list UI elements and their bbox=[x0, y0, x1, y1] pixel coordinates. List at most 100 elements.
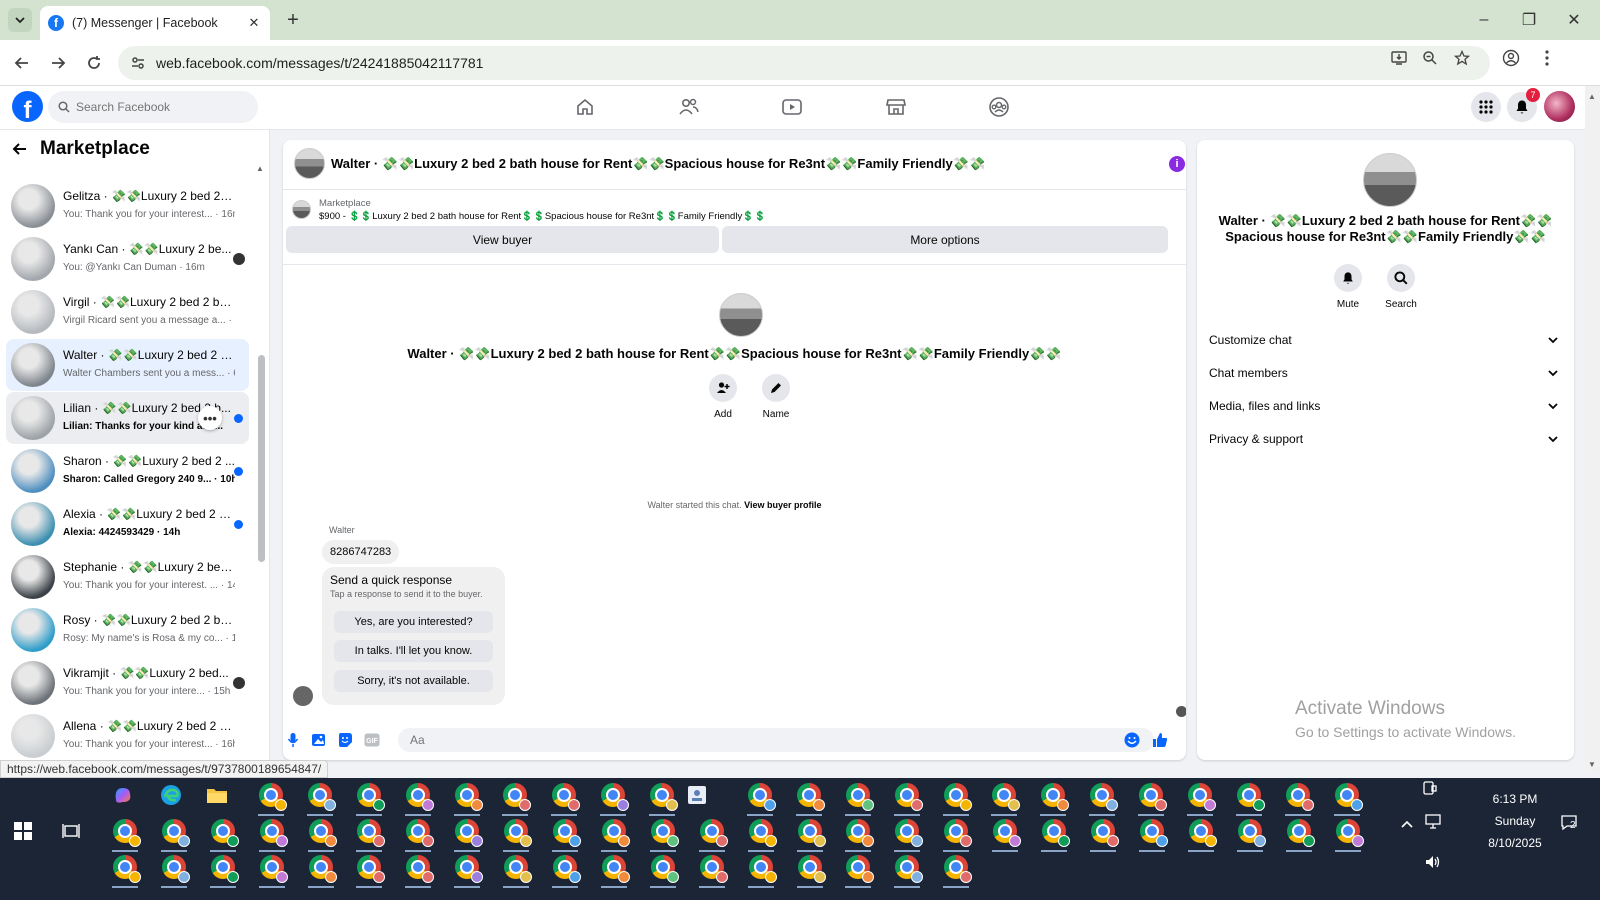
install-app-icon[interactable] bbox=[1390, 49, 1408, 67]
chrome-taskbar-icon[interactable] bbox=[354, 780, 385, 811]
edge-icon[interactable] bbox=[156, 780, 186, 810]
close-window-button[interactable]: ✕ bbox=[1560, 8, 1588, 32]
conversation-item[interactable]: Walter · 💸💸Luxury 2 bed 2 ba... Walter Ch… bbox=[6, 339, 249, 391]
marketplace-nav[interactable] bbox=[876, 92, 916, 122]
chrome-taskbar-icon[interactable] bbox=[1186, 816, 1217, 847]
chrome-taskbar-icon[interactable] bbox=[403, 852, 434, 883]
chrome-taskbar-icon[interactable] bbox=[452, 852, 483, 883]
gif-icon[interactable]: GIF bbox=[363, 731, 381, 749]
chrome-taskbar-icon[interactable] bbox=[794, 780, 825, 811]
conversation-item[interactable]: Gelitza · 💸💸Luxury 2 bed 2 b... You: Than… bbox=[6, 180, 249, 232]
more-options-icon[interactable]: ••• bbox=[198, 406, 222, 430]
chrome-taskbar-icon[interactable] bbox=[208, 816, 239, 847]
chrome-taskbar-icon[interactable] bbox=[1235, 816, 1266, 847]
back-arrow-icon[interactable] bbox=[12, 141, 28, 157]
back-button[interactable] bbox=[10, 51, 34, 75]
address-bar[interactable]: web.facebook.com/messages/t/242418850421… bbox=[118, 46, 1490, 80]
conversation-item[interactable]: Rosy · 💸💸Luxury 2 bed 2 bat... Rosy: My n… bbox=[6, 604, 249, 656]
microphone-icon[interactable] bbox=[284, 731, 302, 749]
media-files-section[interactable]: Media, files and links bbox=[1209, 391, 1562, 421]
add-action[interactable]: Add bbox=[703, 374, 743, 420]
site-settings-icon[interactable] bbox=[130, 55, 146, 71]
chrome-taskbar-icon[interactable] bbox=[599, 816, 630, 847]
chrome-taskbar-icon[interactable] bbox=[452, 780, 483, 811]
chrome-taskbar-icon[interactable] bbox=[648, 852, 679, 883]
chrome-taskbar-icon[interactable] bbox=[795, 816, 826, 847]
screen-capture-icon[interactable] bbox=[1422, 780, 1438, 799]
chrome-taskbar-icon[interactable] bbox=[257, 852, 288, 883]
chrome-taskbar-icon[interactable] bbox=[647, 780, 678, 811]
app-icon[interactable] bbox=[682, 780, 712, 810]
chrome-taskbar-icon[interactable] bbox=[795, 852, 826, 883]
scroll-down-arrow-icon[interactable]: ▼ bbox=[1588, 760, 1596, 769]
chrome-taskbar-icon[interactable] bbox=[550, 816, 581, 847]
chrome-taskbar-icon[interactable] bbox=[599, 852, 630, 883]
conversation-item[interactable]: Stephanie · 💸💸Luxury 2 bed ... You: Thank… bbox=[6, 551, 249, 603]
chrome-taskbar-icon[interactable] bbox=[1087, 780, 1118, 811]
chrome-taskbar-icon[interactable] bbox=[110, 852, 141, 883]
chrome-taskbar-icon[interactable] bbox=[746, 852, 777, 883]
chrome-taskbar-icon[interactable] bbox=[1283, 780, 1314, 811]
chrome-taskbar-icon[interactable] bbox=[1284, 816, 1315, 847]
chat-title[interactable]: Walter · 💸💸Luxury 2 bed 2 bath house for… bbox=[331, 156, 985, 172]
chat-members-section[interactable]: Chat members bbox=[1209, 358, 1562, 388]
home-nav[interactable] bbox=[565, 92, 605, 122]
listing-thumbnail[interactable] bbox=[292, 200, 311, 219]
chrome-taskbar-icon[interactable] bbox=[306, 852, 337, 883]
chrome-taskbar-icon[interactable] bbox=[990, 816, 1021, 847]
name-action[interactable]: Name bbox=[756, 374, 796, 420]
search-input[interactable] bbox=[76, 100, 246, 114]
facebook-search[interactable] bbox=[48, 91, 258, 123]
chrome-taskbar-icon[interactable] bbox=[941, 816, 972, 847]
chrome-taskbar-icon[interactable] bbox=[500, 780, 531, 811]
kebab-menu-icon[interactable] bbox=[1538, 49, 1556, 67]
more-options-button[interactable]: More options bbox=[722, 226, 1168, 253]
chrome-taskbar-icon[interactable] bbox=[403, 780, 434, 811]
chrome-taskbar-icon[interactable] bbox=[501, 816, 532, 847]
chrome-taskbar-icon[interactable] bbox=[892, 816, 923, 847]
network-icon[interactable] bbox=[1424, 814, 1442, 833]
thumbs-up-icon[interactable] bbox=[1151, 731, 1169, 749]
facebook-logo[interactable]: f bbox=[12, 91, 43, 122]
chrome-taskbar-icon[interactable] bbox=[110, 816, 141, 847]
notification-center-button[interactable]: 2 bbox=[1560, 814, 1580, 835]
copilot-icon[interactable] bbox=[108, 780, 138, 810]
chrome-taskbar-icon[interactable] bbox=[550, 852, 581, 883]
conversation-item[interactable]: Yankı Can · 💸💸Luxury 2 be... You: @Yankı … bbox=[6, 233, 249, 285]
reload-button[interactable] bbox=[82, 51, 106, 75]
chrome-taskbar-icon[interactable] bbox=[648, 816, 679, 847]
chrome-taskbar-icon[interactable] bbox=[843, 852, 874, 883]
chrome-taskbar-icon[interactable] bbox=[941, 852, 972, 883]
close-tab-icon[interactable]: ✕ bbox=[246, 15, 262, 31]
view-buyer-profile-link[interactable]: View buyer profile bbox=[744, 500, 821, 510]
customize-chat-section[interactable]: Customize chat bbox=[1209, 325, 1562, 355]
browser-tab[interactable]: f (7) Messenger | Facebook ✕ bbox=[40, 6, 270, 40]
task-view-button[interactable] bbox=[56, 816, 86, 846]
chrome-taskbar-icon[interactable] bbox=[697, 852, 728, 883]
chrome-taskbar-icon[interactable] bbox=[549, 780, 580, 811]
chrome-taskbar-icon[interactable] bbox=[1332, 780, 1363, 811]
file-explorer-icon[interactable] bbox=[202, 780, 232, 810]
chat-avatar[interactable] bbox=[294, 148, 325, 179]
chrome-taskbar-icon[interactable] bbox=[257, 816, 288, 847]
system-clock[interactable]: 6:13 PM Sunday 8/10/2025 bbox=[1470, 788, 1560, 854]
start-button[interactable] bbox=[8, 816, 38, 846]
message-bubble[interactable]: 8286747283 bbox=[322, 540, 400, 564]
chrome-taskbar-icon[interactable] bbox=[843, 816, 874, 847]
info-icon[interactable]: i bbox=[1169, 156, 1185, 172]
chrome-taskbar-icon[interactable] bbox=[1088, 816, 1119, 847]
chrome-taskbar-icon[interactable] bbox=[989, 780, 1020, 811]
photo-icon[interactable] bbox=[310, 731, 328, 749]
chrome-taskbar-icon[interactable] bbox=[892, 852, 923, 883]
conversation-item[interactable]: Vikramjit · 💸💸Luxury 2 bed... You: Thank … bbox=[6, 657, 249, 709]
chrome-taskbar-icon[interactable] bbox=[159, 852, 190, 883]
chrome-taskbar-icon[interactable] bbox=[892, 780, 923, 811]
scroll-up-arrow-icon[interactable]: ▲ bbox=[1588, 92, 1596, 101]
chrome-taskbar-icon[interactable] bbox=[1136, 780, 1167, 811]
sticker-icon[interactable] bbox=[336, 731, 354, 749]
chrome-taskbar-icon[interactable] bbox=[598, 780, 629, 811]
chrome-taskbar-icon[interactable] bbox=[305, 780, 336, 811]
conversation-item[interactable]: Alexia · 💸💸Luxury 2 bed 2 b... Alexia: 44… bbox=[6, 498, 249, 550]
chrome-taskbar-icon[interactable] bbox=[256, 780, 287, 811]
chrome-taskbar-icon[interactable] bbox=[1234, 780, 1265, 811]
